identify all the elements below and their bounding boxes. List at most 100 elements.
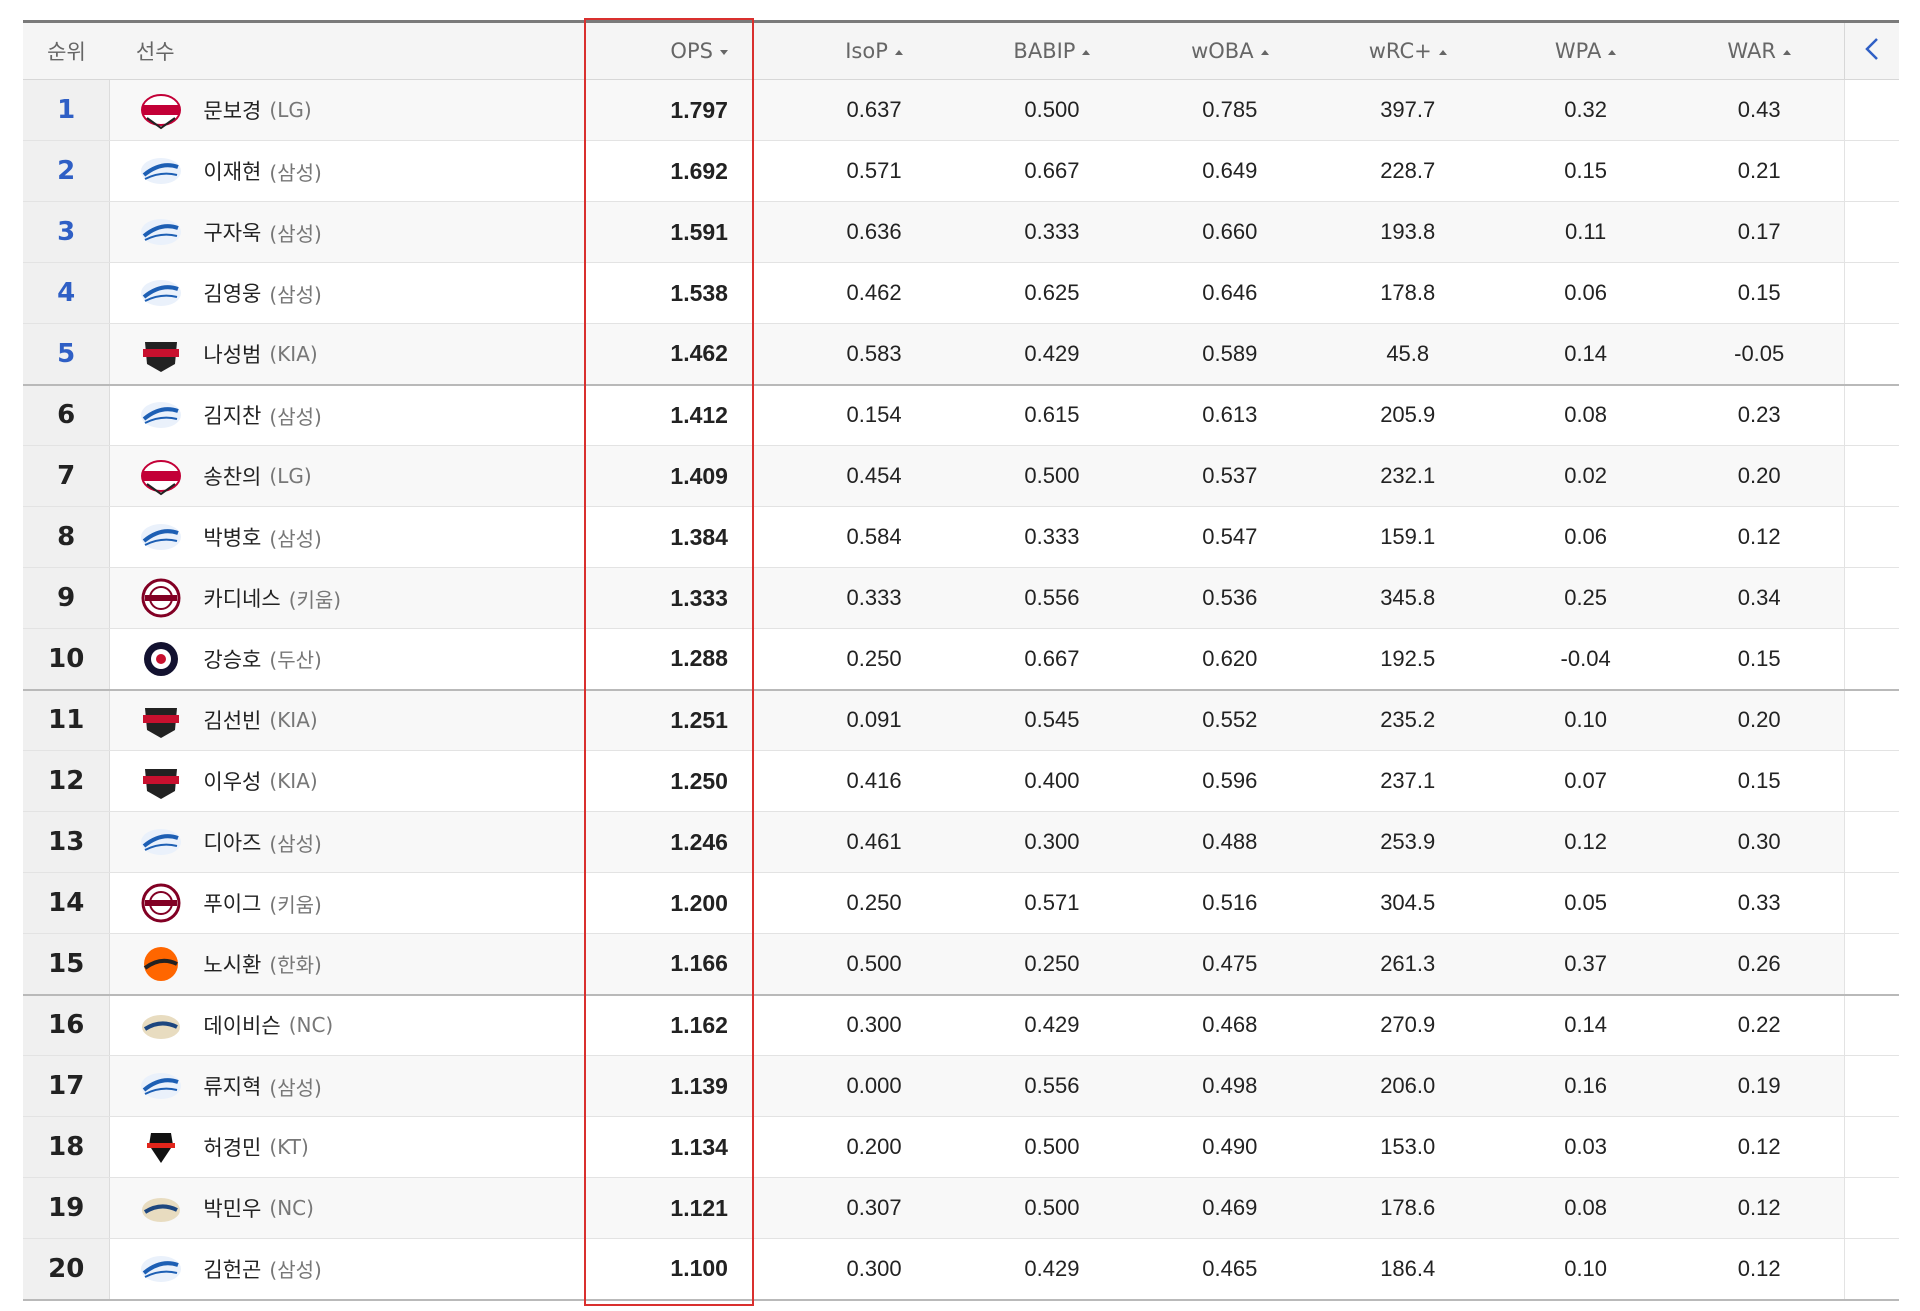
player-team: (삼성)	[269, 1258, 322, 1283]
isop-cell: 0.584	[785, 506, 963, 568]
war-cell: 0.15	[1674, 262, 1845, 324]
woba-cell: 0.468	[1140, 994, 1319, 1056]
player-name-link[interactable]: 노시환	[203, 949, 261, 979]
table-row[interactable]: 16 데이비슨 (NC) 1.162 0.300 0.429 0.468 270…	[23, 994, 1899, 1056]
table-row[interactable]: 2 이재현 (삼성) 1.692 0.571 0.667 0.649 228.7…	[23, 140, 1899, 202]
babip-cell: 0.571	[963, 872, 1141, 934]
player-info: 김영웅 (삼성)	[111, 271, 612, 315]
player-name-link[interactable]: 구자욱	[203, 217, 261, 247]
header-player: 선수	[109, 20, 614, 80]
player-cell: 김지찬 (삼성)	[109, 384, 614, 446]
table-row[interactable]: 19 박민우 (NC) 1.121 0.307 0.500 0.469 178.…	[23, 1177, 1899, 1239]
header-woba-sort[interactable]: wOBA	[1140, 20, 1319, 80]
player-name-link[interactable]: 디아즈	[203, 827, 261, 857]
rank-cell: 16	[23, 994, 111, 1056]
wpa-cell: 0.37	[1496, 933, 1675, 996]
player-cell: 강승호 (두산)	[109, 628, 614, 691]
player-name-link[interactable]: 푸이그	[203, 888, 261, 918]
header-wpa-sort[interactable]: WPA	[1496, 20, 1675, 80]
player-name-link[interactable]: 허경민	[203, 1132, 261, 1162]
ops-cell: 1.412	[613, 384, 786, 446]
header-babip-sort[interactable]: BABIP	[963, 20, 1141, 80]
player-info: 데이비슨 (NC)	[111, 1003, 612, 1047]
player-team: (삼성)	[269, 221, 322, 246]
player-name-link[interactable]: 카디네스	[203, 583, 280, 613]
player-name-link[interactable]: 김지찬	[203, 400, 261, 430]
player-team: (한화)	[269, 953, 322, 978]
rank-cell: 19	[23, 1177, 111, 1239]
player-name-link[interactable]: 문보경	[203, 95, 261, 125]
wpa-cell: 0.06	[1496, 506, 1675, 568]
wrc-cell: 235.2	[1318, 689, 1497, 751]
header-war-sort[interactable]: WAR	[1674, 20, 1845, 80]
player-name-link[interactable]: 이우성	[203, 766, 261, 796]
player-info: 김선빈 (KIA)	[111, 698, 612, 742]
header-isop-label: IsoP	[845, 39, 888, 63]
wpa-cell: 0.14	[1496, 323, 1675, 386]
sort-asc-icon	[1082, 49, 1091, 55]
isop-cell: 0.571	[785, 140, 963, 202]
isop-cell: 0.583	[785, 323, 963, 386]
team-logo-icon	[144, 946, 179, 981]
wrc-cell: 205.9	[1318, 384, 1497, 446]
isop-cell: 0.250	[785, 628, 963, 691]
table-row[interactable]: 12 이우성 (KIA) 1.250 0.416 0.400 0.596 237…	[23, 750, 1899, 812]
table-row[interactable]: 20 김헌곤 (삼성) 1.100 0.300 0.429 0.465 186.…	[23, 1238, 1899, 1301]
war-cell: -0.05	[1674, 323, 1845, 386]
nav-spacer-cell	[1843, 872, 1899, 934]
table-row[interactable]: 13 디아즈 (삼성) 1.246 0.461 0.300 0.488 253.…	[23, 811, 1899, 873]
rank-cell: 7	[23, 445, 111, 507]
player-name-link[interactable]: 김선빈	[203, 705, 261, 735]
rank-cell: 17	[23, 1055, 111, 1117]
table-row[interactable]: 6 김지찬 (삼성) 1.412 0.154 0.615 0.613 205.9…	[23, 384, 1899, 446]
table-row[interactable]: 7 송찬의 (LG) 1.409 0.454 0.500 0.537 232.1…	[23, 445, 1899, 507]
war-cell: 0.15	[1674, 628, 1845, 691]
player-name-link[interactable]: 김영웅	[203, 278, 261, 308]
table-row[interactable]: 9 카디네스 (키움) 1.333 0.333 0.556 0.536 345.…	[23, 567, 1899, 629]
table-row[interactable]: 5 나성범 (KIA) 1.462 0.583 0.429 0.589 45.8…	[23, 323, 1899, 386]
header-wrc-sort[interactable]: wRC+	[1318, 20, 1497, 80]
player-name-link[interactable]: 나성범	[203, 339, 261, 369]
ops-cell: 1.692	[613, 140, 786, 202]
isop-cell: 0.250	[785, 872, 963, 934]
player-team: (KIA)	[269, 341, 318, 366]
table-row[interactable]: 8 박병호 (삼성) 1.384 0.584 0.333 0.547 159.1…	[23, 506, 1899, 568]
table-row[interactable]: 15 노시환 (한화) 1.166 0.500 0.250 0.475 261.…	[23, 933, 1899, 996]
nav-spacer-cell	[1843, 445, 1899, 507]
player-name-link[interactable]: 박병호	[203, 522, 261, 552]
table-row[interactable]: 10 강승호 (두산) 1.288 0.250 0.667 0.620 192.…	[23, 628, 1899, 691]
isop-cell: 0.300	[785, 1238, 963, 1301]
player-name-link[interactable]: 박민우	[203, 1193, 261, 1223]
player-cell: 푸이그 (키움)	[109, 872, 614, 934]
team-logo-icon	[141, 883, 181, 923]
table-row[interactable]: 4 김영웅 (삼성) 1.538 0.462 0.625 0.646 178.8…	[23, 262, 1899, 324]
player-name-link[interactable]: 강승호	[203, 644, 261, 674]
table-row[interactable]: 14 푸이그 (키움) 1.200 0.250 0.571 0.516 304.…	[23, 872, 1899, 934]
player-name-link[interactable]: 송찬의	[203, 461, 261, 491]
table-row[interactable]: 1 문보경 (LG) 1.797 0.637 0.500 0.785 397.7…	[23, 79, 1899, 141]
table-row[interactable]: 17 류지혁 (삼성) 1.139 0.000 0.556 0.498 206.…	[23, 1055, 1899, 1117]
player-cell: 박민우 (NC)	[109, 1177, 614, 1239]
player-name-link[interactable]: 이재현	[203, 156, 261, 186]
war-cell: 0.20	[1674, 689, 1845, 751]
wrc-cell: 193.8	[1318, 201, 1497, 263]
babip-cell: 0.429	[963, 1238, 1141, 1301]
player-name-link[interactable]: 류지혁	[203, 1071, 261, 1101]
prev-columns-button[interactable]	[1843, 20, 1899, 80]
table-row[interactable]: 18 허경민 (KT) 1.134 0.200 0.500 0.490 153.…	[23, 1116, 1899, 1178]
header-isop-sort[interactable]: IsoP	[785, 20, 963, 80]
player-name-link[interactable]: 데이비슨	[203, 1010, 280, 1040]
war-cell: 0.30	[1674, 811, 1845, 873]
woba-cell: 0.589	[1140, 323, 1319, 386]
isop-cell: 0.091	[785, 689, 963, 751]
table-row[interactable]: 11 김선빈 (KIA) 1.251 0.091 0.545 0.552 235…	[23, 689, 1899, 751]
player-name-link[interactable]: 김헌곤	[203, 1254, 261, 1284]
player-info: 이우성 (KIA)	[111, 759, 612, 803]
header-ops-sort[interactable]: OPS	[613, 20, 786, 80]
player-info: 푸이그 (키움)	[111, 881, 612, 925]
table-row[interactable]: 3 구자욱 (삼성) 1.591 0.636 0.333 0.660 193.8…	[23, 201, 1899, 263]
war-cell: 0.43	[1674, 79, 1845, 141]
isop-cell: 0.000	[785, 1055, 963, 1117]
header-war-label: WAR	[1727, 39, 1776, 63]
woba-cell: 0.785	[1140, 79, 1319, 141]
